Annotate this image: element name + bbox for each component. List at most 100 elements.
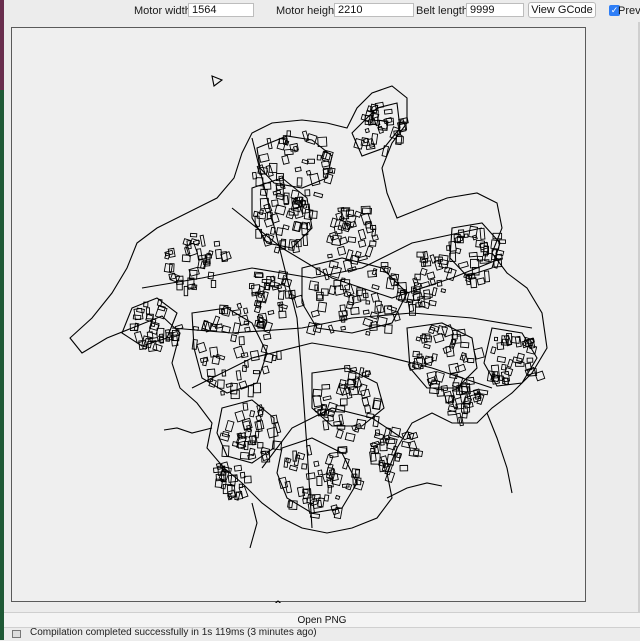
building-block	[302, 497, 308, 505]
building-block	[493, 336, 499, 342]
building-block	[263, 321, 274, 334]
building-block	[271, 354, 277, 362]
motor-height-input[interactable]	[334, 3, 414, 17]
building-block	[364, 404, 372, 414]
building-block	[498, 375, 504, 382]
building-block	[145, 307, 150, 315]
building-block	[338, 379, 347, 390]
building-block	[365, 330, 371, 336]
building-block	[258, 153, 270, 163]
building-block	[383, 108, 393, 115]
building-block	[273, 246, 281, 254]
building-block	[354, 426, 360, 433]
building-block	[253, 382, 262, 394]
building-block	[241, 365, 248, 372]
building-block	[286, 130, 291, 137]
building-block	[313, 191, 324, 199]
building-block	[242, 402, 249, 411]
building-block	[457, 260, 469, 269]
building-block	[266, 426, 279, 439]
open-png-button[interactable]: Open PNG	[4, 612, 640, 628]
building-block	[361, 396, 370, 407]
building-block	[526, 357, 534, 363]
building-block	[249, 410, 256, 418]
building-block	[238, 336, 245, 346]
map-drawing	[69, 75, 548, 603]
building-block	[355, 287, 364, 297]
building-block	[363, 137, 369, 144]
building-block	[305, 472, 316, 480]
building-block	[341, 483, 350, 488]
building-block	[305, 169, 312, 176]
building-block	[233, 464, 243, 472]
motor-height-label: Motor height:	[276, 5, 341, 17]
building-block	[347, 371, 357, 381]
building-block	[266, 137, 273, 150]
building-block	[357, 383, 368, 397]
building-block	[380, 262, 389, 267]
building-block	[243, 307, 249, 315]
building-block	[414, 273, 421, 281]
building-block	[506, 358, 514, 368]
building-block	[210, 280, 217, 288]
building-block	[473, 347, 485, 360]
building-block	[192, 325, 200, 331]
building-block	[407, 440, 418, 452]
building-block	[296, 177, 303, 187]
view-gcode-button[interactable]: View GCode	[528, 2, 596, 18]
building-block	[258, 209, 264, 216]
building-block	[269, 275, 276, 282]
building-block	[220, 251, 232, 262]
building-block	[312, 394, 323, 408]
plot-preview-canvas[interactable]	[11, 27, 586, 603]
building-block	[320, 160, 330, 168]
building-block	[448, 362, 460, 375]
building-block	[310, 309, 320, 318]
building-block	[460, 341, 470, 349]
building-block	[468, 251, 478, 258]
building-block	[496, 355, 507, 363]
building-block	[321, 384, 331, 390]
building-block	[357, 239, 367, 248]
motor-width-input[interactable]	[188, 3, 254, 17]
building-block	[340, 325, 347, 331]
building-block	[334, 494, 341, 501]
building-block	[433, 332, 445, 344]
building-block	[293, 220, 303, 233]
building-block	[271, 199, 279, 207]
building-block	[313, 460, 320, 468]
building-block	[278, 310, 287, 319]
building-block	[317, 301, 328, 313]
building-block	[420, 281, 431, 289]
building-block	[262, 333, 272, 341]
building-block	[389, 126, 400, 140]
building-block	[252, 370, 260, 375]
building-block	[426, 271, 436, 280]
building-block	[440, 288, 447, 294]
building-block	[490, 346, 497, 355]
building-block	[463, 233, 469, 238]
building-block	[268, 162, 278, 174]
building-block	[217, 379, 225, 389]
building-footprints	[129, 101, 546, 520]
building-block	[281, 154, 290, 165]
building-block	[243, 320, 250, 326]
building-block	[514, 335, 522, 348]
building-block	[399, 464, 409, 472]
building-block	[276, 350, 282, 360]
building-block	[444, 266, 453, 274]
building-block	[167, 247, 176, 258]
building-block	[247, 385, 254, 398]
building-block	[224, 419, 235, 433]
building-block	[188, 266, 200, 277]
building-block	[365, 300, 371, 305]
building-block	[479, 227, 486, 240]
building-block	[196, 248, 203, 261]
building-block	[322, 419, 330, 431]
belt-length-input[interactable]	[466, 3, 524, 17]
map-outline	[69, 75, 548, 603]
building-block	[390, 426, 402, 438]
building-block	[516, 352, 525, 363]
building-block	[133, 307, 144, 321]
building-block	[371, 234, 379, 242]
